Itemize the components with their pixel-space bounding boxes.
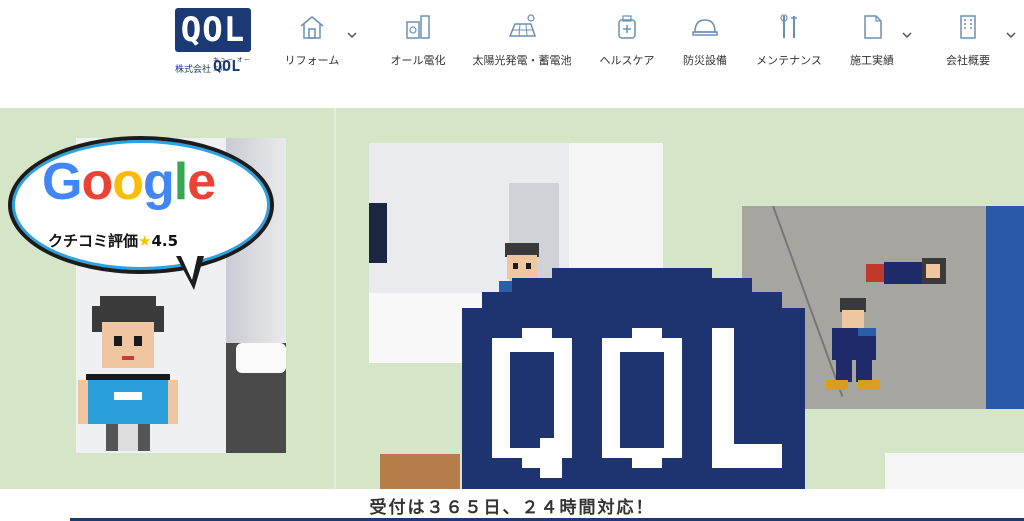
blue-sheet <box>986 206 1024 409</box>
google-letter: l <box>173 153 188 211</box>
healthcare-icon <box>618 15 636 39</box>
sink <box>236 343 286 373</box>
building-icon <box>960 15 976 39</box>
service-hours-banner: 受付は３６５日、２４時間対応！ <box>0 489 1024 521</box>
nav-item-maintenance[interactable]: メンテナンス <box>754 12 824 82</box>
logo-mark: QOL <box>175 8 251 52</box>
nav-item-all-electric[interactable]: オール電化 <box>388 12 448 82</box>
hero-banner: Google クチコミ評価★4.5 <box>0 108 1024 489</box>
service-hours-text: 受付は３６５日、２４時間対応！ <box>369 498 655 518</box>
site-header: QOL キュー オー エル 株式会社 QOL リフォーム オール電化 太陽光発電… <box>0 0 1024 108</box>
google-letter: o <box>81 153 113 211</box>
house-icon <box>300 16 324 39</box>
tools-icon <box>780 14 797 38</box>
white-panel <box>885 453 1024 489</box>
chevron-down-icon[interactable] <box>902 30 912 40</box>
bubble-tail-inner <box>180 254 198 280</box>
rating-label: クチコミ評価 <box>48 232 139 250</box>
nav-item-reform[interactable]: リフォーム <box>282 12 342 82</box>
google-letter: o <box>112 153 144 211</box>
nav-item-solar[interactable]: 太陽光発電・蓄電池 <box>472 12 572 82</box>
star-icon: ★ <box>138 232 152 250</box>
nav-label: リフォーム <box>284 54 340 67</box>
window <box>369 203 387 263</box>
pixel-worker-lying <box>866 258 946 284</box>
cardboard-box <box>380 454 460 489</box>
company-logo[interactable]: QOL キュー オー エル 株式会社 QOL <box>175 8 257 78</box>
google-logo: Google <box>42 152 216 212</box>
nav-label: 施工実績 <box>850 54 894 67</box>
solar-panel-icon <box>508 14 537 37</box>
appliance-icon <box>406 15 430 39</box>
chevron-down-icon[interactable] <box>1006 30 1016 40</box>
nav-label: ヘルスケア <box>599 54 655 67</box>
nav-label: 太陽光発電・蓄電池 <box>472 54 572 67</box>
rating-value: 4.5 <box>151 232 179 250</box>
nav-label: メンテナンス <box>756 54 822 67</box>
nav-item-disaster-prevention[interactable]: 防災設備 <box>682 12 728 82</box>
pixel-staff-character <box>78 296 178 451</box>
nav-label: オール電化 <box>390 54 446 67</box>
divider <box>334 108 336 489</box>
qol-logo-graphic <box>462 268 805 489</box>
logo-kana: キュー オー エル <box>213 57 251 73</box>
nav-label: 防災設備 <box>683 54 727 67</box>
helmet-icon <box>692 19 718 36</box>
google-letter: e <box>187 153 216 211</box>
chevron-down-icon[interactable] <box>347 30 357 40</box>
nav-item-works[interactable]: 施工実績 <box>846 12 898 82</box>
nav-item-company[interactable]: 会社概要 <box>942 12 994 82</box>
hero-qol-logo <box>462 268 805 489</box>
document-icon <box>864 15 882 39</box>
pixel-worker-standing <box>826 298 880 390</box>
logo-wordmark: キュー オー エル 株式会社 QOL <box>175 54 257 75</box>
review-rating: クチコミ評価★4.5 <box>48 230 178 251</box>
logo-company-prefix: 株式会社 <box>175 65 212 75</box>
google-letter: G <box>42 153 82 211</box>
nav-item-healthcare[interactable]: ヘルスケア <box>597 12 657 82</box>
google-letter: g <box>142 153 175 211</box>
nav-label: 会社概要 <box>946 54 990 67</box>
